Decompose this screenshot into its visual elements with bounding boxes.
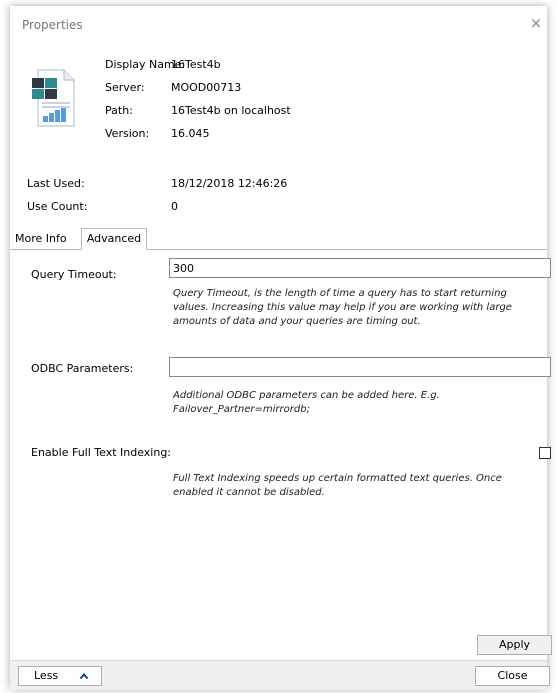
properties-dialog: Properties × Display Name: 16Test4b Serv… — [10, 6, 552, 690]
title-bar: Properties × — [10, 6, 547, 42]
window-title: Properties — [22, 18, 83, 32]
path-value: 16Test4b on localhost — [171, 104, 291, 117]
less-button-label: Less — [34, 669, 59, 682]
full-text-indexing-help: Full Text Indexing speeds up certain for… — [173, 473, 502, 498]
close-icon[interactable]: × — [527, 14, 545, 32]
database-document-icon — [32, 69, 75, 127]
full-text-indexing-checkbox[interactable] — [539, 447, 551, 459]
less-button[interactable]: Less — [18, 666, 102, 686]
odbc-parameters-input[interactable] — [169, 357, 551, 377]
server-label: Server: — [105, 81, 145, 94]
path-label: Path: — [105, 104, 133, 117]
tab-advanced[interactable]: Advanced — [81, 228, 147, 250]
full-text-indexing-label: Enable Full Text Indexing: — [31, 446, 172, 459]
server-value: MOOD00713 — [171, 81, 242, 94]
query-timeout-label: Query Timeout: — [31, 268, 117, 281]
use-count-label: Use Count: — [27, 200, 88, 213]
apply-button[interactable]: Apply — [477, 635, 552, 655]
odbc-parameters-label: ODBC Parameters: — [31, 362, 134, 375]
display-name-value: 16Test4b — [171, 58, 221, 71]
tab-more-info[interactable]: More Info — [10, 230, 72, 249]
close-button[interactable]: Close — [475, 666, 550, 686]
version-value: 16.045 — [171, 127, 210, 140]
last-used-value: 18/12/2018 12:46:26 — [171, 177, 288, 190]
use-count-value: 0 — [171, 200, 178, 213]
tab-strip: More Info Advanced — [10, 228, 547, 250]
chevron-up-icon — [79, 672, 89, 680]
query-timeout-help: Query Timeout, is the length of time a q… — [173, 288, 512, 327]
odbc-parameters-help: Additional ODBC parameters can be added … — [173, 390, 440, 415]
last-used-label: Last Used: — [27, 177, 85, 190]
dialog-footer: Less Close — [10, 660, 550, 690]
version-label: Version: — [105, 127, 150, 140]
query-timeout-input[interactable] — [169, 258, 551, 278]
